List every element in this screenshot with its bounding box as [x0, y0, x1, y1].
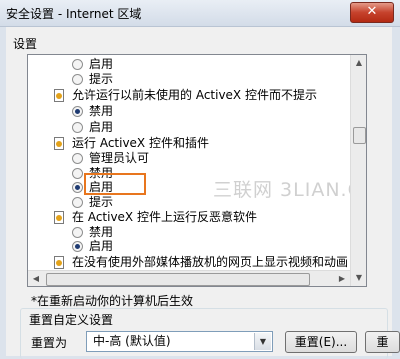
radio-button[interactable]: [72, 196, 83, 208]
reset-to-label: 重置为: [31, 336, 68, 350]
setting-document-icon: [54, 136, 64, 150]
reset-group-label: 重置自定义设置: [27, 311, 116, 328]
settings-tree[interactable]: 启用 提示 允许运行以前未使用的 ActiveX 控件而不提示 禁用 启用 运行…: [27, 54, 367, 287]
radio-button[interactable]: [72, 152, 83, 164]
settings-group-label: 设置: [13, 37, 38, 51]
horizontal-scroll-thumb[interactable]: [46, 273, 310, 286]
scroll-right-arrow-icon[interactable]: ▶: [334, 271, 350, 286]
partial-button[interactable]: 重: [365, 331, 400, 353]
setting-title: 在没有使用外部媒体播放机的网页上显示视频和动画: [72, 255, 349, 269]
radio-button[interactable]: [72, 73, 83, 85]
radio-button[interactable]: [72, 181, 83, 193]
scroll-down-arrow-icon[interactable]: ▼: [351, 270, 366, 286]
vertical-scrollbar[interactable]: ▲ ▼: [350, 55, 366, 286]
setting-document-icon: [54, 255, 64, 269]
security-level-value: 中-高 (默认值): [93, 334, 171, 348]
restart-note: *在重新启动你的计算机后生效: [31, 294, 194, 308]
radio-button[interactable]: [72, 167, 83, 179]
scroll-up-arrow-icon[interactable]: ▲: [351, 55, 366, 71]
dropdown-arrow-icon[interactable]: ▼: [254, 333, 271, 350]
window-title: 安全设置 - Internet 区域: [6, 7, 142, 21]
close-button[interactable]: ✕: [350, 2, 394, 23]
horizontal-scrollbar[interactable]: ◀ ▶: [28, 270, 350, 286]
reset-button[interactable]: 重置(E)...: [285, 331, 357, 353]
watermark-text: 三联网 3LIAN.COM: [213, 179, 366, 201]
security-level-select[interactable]: 中-高 (默认值) ▼: [86, 331, 273, 352]
setting-document-icon: [54, 88, 64, 102]
radio-button[interactable]: [72, 105, 83, 117]
radio-button[interactable]: [72, 121, 83, 133]
scroll-thumb[interactable]: [353, 127, 366, 144]
radio-button[interactable]: [72, 226, 83, 238]
setting-document-icon: [54, 210, 64, 224]
highlight-box: [84, 173, 146, 195]
scroll-left-arrow-icon[interactable]: ◀: [28, 271, 44, 286]
title-bar: 安全设置 - Internet 区域 ✕: [0, 0, 400, 27]
radio-button[interactable]: [72, 240, 83, 252]
setting-header: 在没有使用外部媒体播放机的网页上显示视频和动画: [54, 253, 348, 271]
radio-button[interactable]: [72, 58, 83, 70]
